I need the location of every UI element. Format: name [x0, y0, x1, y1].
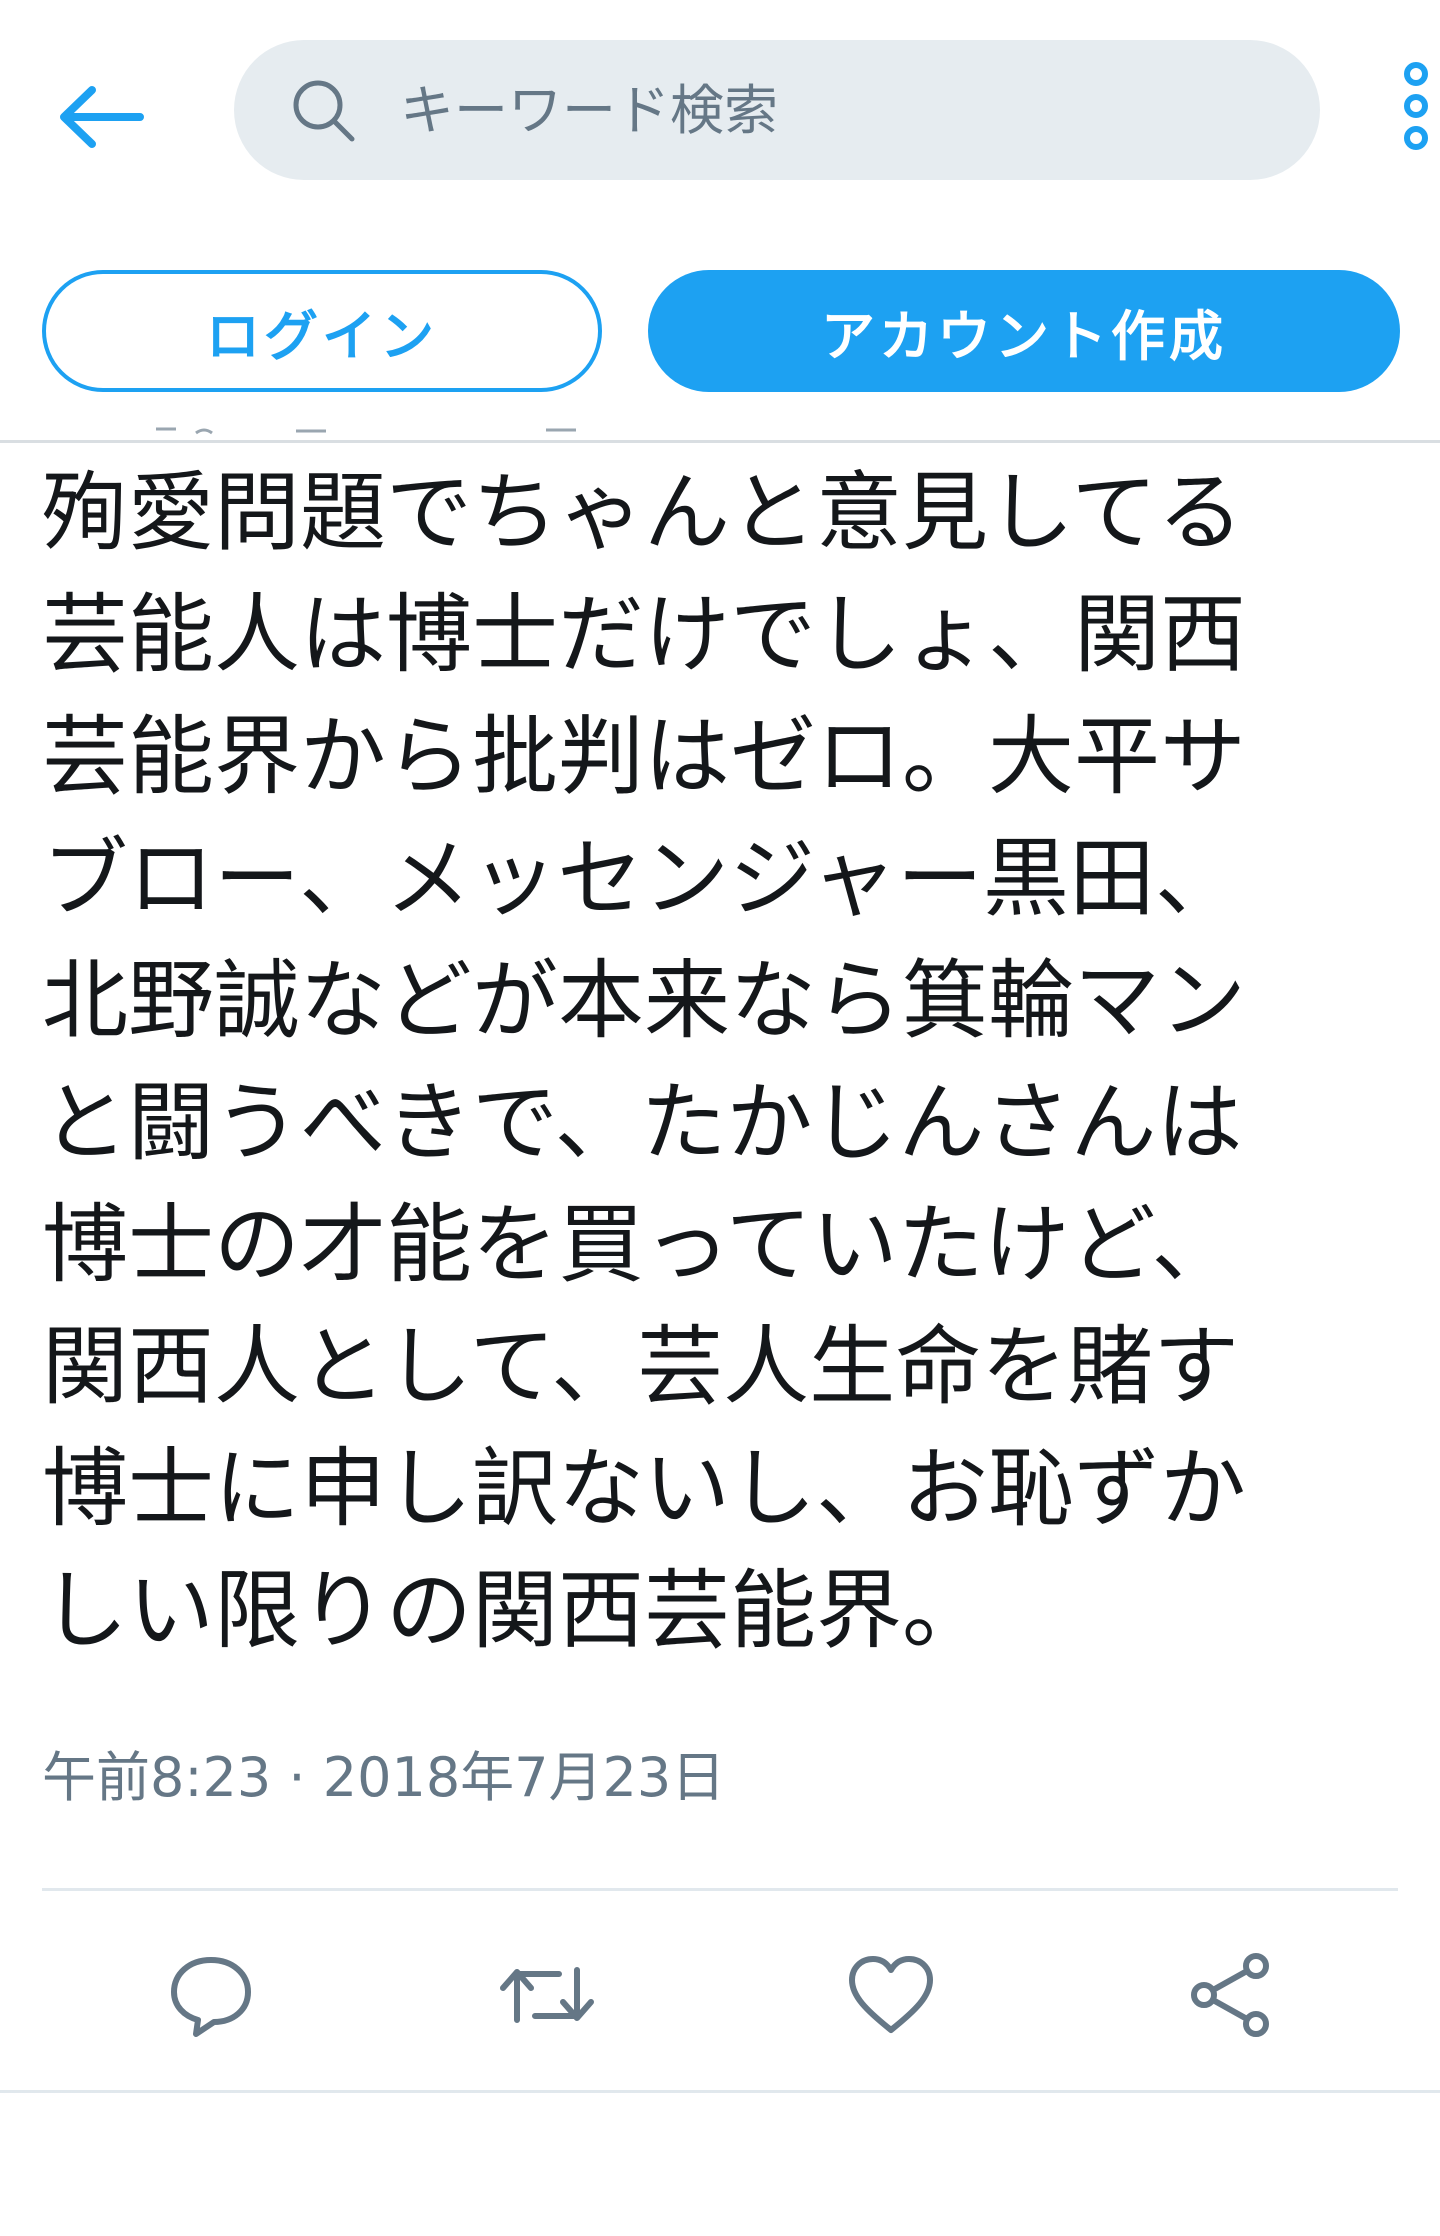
- share-button[interactable]: [1176, 1940, 1286, 2050]
- header-divider: [0, 440, 1440, 443]
- tweet-text: 殉愛問題でちゃんと意見してる 芸能人は博士だけでしょ、関西 芸能界から批判はゼロ…: [42, 463, 1246, 1661]
- tweet-timestamp[interactable]: 午前8:23 · 2018年7月23日: [42, 1738, 725, 1818]
- reply-button[interactable]: [156, 1940, 266, 2050]
- more-options-button[interactable]: [1392, 56, 1440, 176]
- share-icon: [1191, 1953, 1269, 2037]
- tweet-actions-bar: [0, 1940, 1440, 2060]
- actions-divider: [42, 1888, 1398, 1891]
- reply-icon: [171, 1957, 251, 2037]
- back-button[interactable]: [46, 62, 156, 172]
- more-vertical-icon: [1404, 62, 1428, 150]
- bottom-divider: [0, 2090, 1440, 2093]
- heart-icon: [849, 1956, 933, 2033]
- tweet-detail-screen: ログイン アカウント作成 殉愛問題でちゃんと意見してる 芸能人は博士だけでしょ、…: [0, 0, 1440, 2236]
- search-bar[interactable]: [234, 40, 1320, 180]
- top-bar: [0, 0, 1440, 220]
- retweet-button[interactable]: [492, 1940, 602, 2050]
- create-account-button[interactable]: アカウント作成: [648, 270, 1400, 392]
- search-input[interactable]: [398, 77, 1302, 143]
- retweet-icon: [500, 1967, 594, 2023]
- scrolled-content-remnant: [156, 427, 576, 435]
- like-button[interactable]: [836, 1940, 946, 2050]
- search-icon: [293, 80, 355, 142]
- login-button[interactable]: ログイン: [42, 270, 602, 392]
- arrow-left-icon: [60, 86, 144, 148]
